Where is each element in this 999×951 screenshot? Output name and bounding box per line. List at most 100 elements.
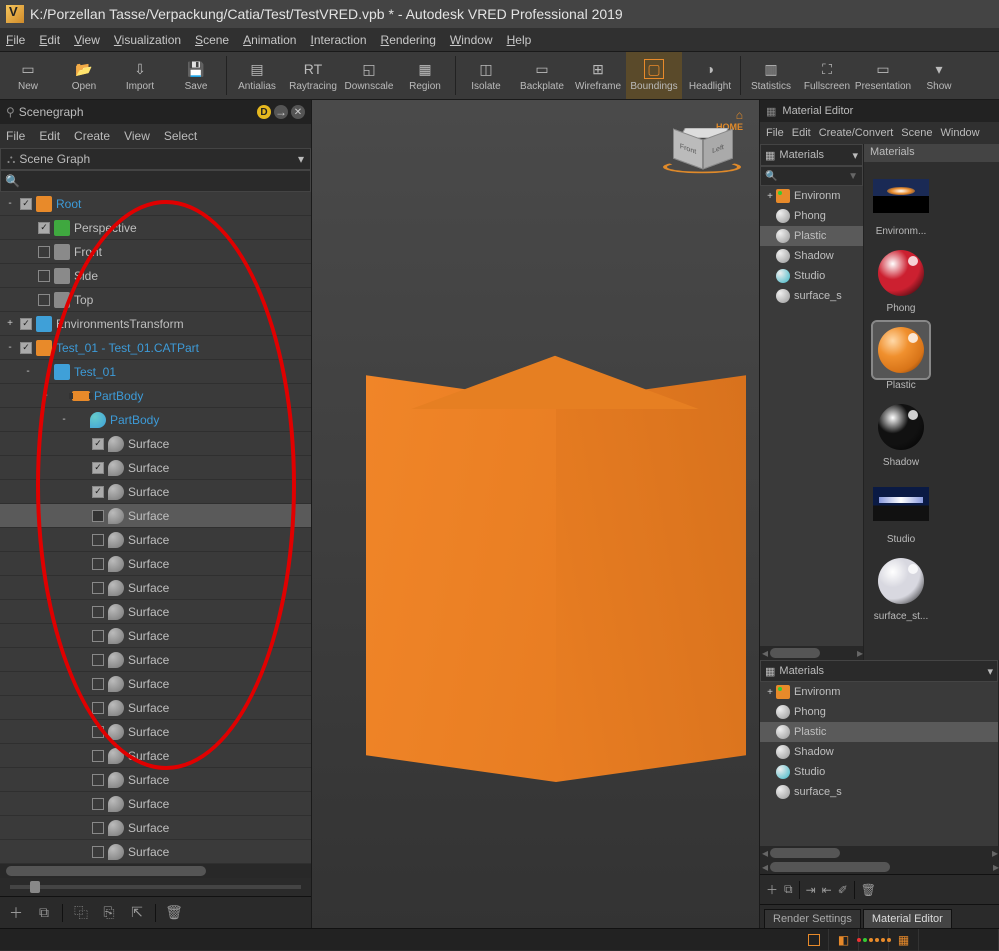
visibility-checkbox[interactable] [92, 678, 104, 690]
tree-row[interactable]: Top [0, 288, 311, 312]
menu-edit[interactable]: Edit [39, 33, 60, 47]
toolbar-wireframe[interactable]: ⊞Wireframe [570, 52, 626, 99]
visibility-checkbox[interactable]: ✓ [20, 198, 32, 210]
me-panel-h-scroll[interactable]: ◂▸ [760, 860, 999, 874]
me-menu-scene[interactable]: Scene [901, 127, 932, 139]
visibility-checkbox[interactable] [92, 558, 104, 570]
gallery-item[interactable]: Phong [870, 245, 932, 314]
tree-row[interactable]: -PartBody [0, 408, 311, 432]
tree-row[interactable]: -✓Root [0, 192, 311, 216]
status-color-dots[interactable] [859, 929, 889, 951]
sg-menu-edit[interactable]: Edit [39, 129, 60, 143]
tab-material-editor[interactable]: Material Editor [863, 909, 952, 928]
visibility-checkbox[interactable]: ✓ [92, 438, 104, 450]
menu-visualization[interactable]: Visualization [114, 33, 181, 47]
visibility-checkbox[interactable] [92, 774, 104, 786]
menu-file[interactable]: File [6, 33, 25, 47]
reparent-icon[interactable]: ⇱ [127, 903, 147, 923]
visibility-checkbox[interactable] [38, 270, 50, 282]
status-icon-2[interactable]: ◧ [829, 929, 859, 951]
status-grid-icon[interactable]: ▦ [889, 929, 919, 951]
trash-icon[interactable]: 🗑 [861, 883, 876, 897]
pick-icon[interactable]: ✐ [838, 883, 848, 897]
toolbar-save[interactable]: 💾Save [168, 52, 224, 99]
materials-dropdown[interactable]: ▦ Materials ▾ [760, 144, 863, 166]
tree-row[interactable]: Surface [0, 528, 311, 552]
expand-icon[interactable]: - [58, 414, 70, 425]
tree-row[interactable]: Surface [0, 840, 311, 864]
home-icon[interactable]: ⌂ [736, 108, 743, 122]
visibility-checkbox[interactable] [92, 798, 104, 810]
tree-row[interactable]: Surface [0, 504, 311, 528]
expand-icon[interactable]: - [4, 342, 16, 353]
material-row[interactable]: Shadow [760, 246, 863, 266]
visibility-checkbox[interactable]: ✓ [20, 342, 32, 354]
toolbar-headlight[interactable]: ◑Headlight [682, 52, 738, 99]
toolbar-raytracing[interactable]: RTRaytracing [285, 52, 341, 99]
materials-tree-2[interactable]: +EnvironmPhongPlasticShadowStudiosurface… [760, 682, 998, 846]
viewport[interactable]: ⌂ HOME Front Left [312, 100, 759, 928]
tree-row[interactable]: Surface [0, 720, 311, 744]
me-tree2-h-scroll[interactable]: ◂▸ [760, 846, 998, 860]
visibility-checkbox[interactable] [92, 702, 104, 714]
tree-row[interactable]: Surface [0, 624, 311, 648]
material-row[interactable]: surface_s [760, 782, 998, 802]
gallery-item[interactable]: Studio [870, 476, 932, 545]
menu-window[interactable]: Window [450, 33, 493, 47]
select-from-icon[interactable]: ⇤ [822, 883, 832, 897]
trash-icon[interactable]: 🗑 [164, 903, 184, 923]
gallery-item[interactable]: Environm... [870, 168, 932, 237]
scene-geometry-cube[interactable] [366, 344, 746, 784]
visibility-checkbox[interactable]: ✓ [20, 318, 32, 330]
tree-row[interactable]: Surface [0, 552, 311, 576]
sg-menu-create[interactable]: Create [74, 129, 110, 143]
tree-row[interactable]: Surface [0, 672, 311, 696]
menu-help[interactable]: Help [507, 33, 532, 47]
material-row[interactable]: Studio [760, 266, 863, 286]
tree-h-scrollbar[interactable] [0, 864, 311, 878]
me-tree-h-scroll[interactable]: ◂▸ [760, 646, 863, 660]
toolbar-region[interactable]: ▦Region [397, 52, 453, 99]
sg-menu-file[interactable]: File [6, 129, 25, 143]
toolbar-presentation[interactable]: ▭Presentation [855, 52, 911, 99]
tree-row[interactable]: Surface [0, 696, 311, 720]
material-row[interactable]: Plastic [760, 226, 863, 246]
visibility-checkbox[interactable] [92, 534, 104, 546]
toolbar-import[interactable]: ⇩Import [112, 52, 168, 99]
close-icon[interactable]: ✕ [291, 105, 305, 119]
tree-row[interactable]: Surface [0, 648, 311, 672]
tree-slider[interactable] [0, 878, 311, 896]
visibility-checkbox[interactable]: ✓ [92, 462, 104, 474]
view-cube[interactable]: ⌂ HOME Front Left [673, 108, 743, 174]
material-row[interactable]: +Environm [760, 682, 998, 702]
visibility-checkbox[interactable] [92, 726, 104, 738]
tree-row[interactable]: Surface [0, 792, 311, 816]
expand-icon[interactable]: - [22, 366, 34, 377]
visibility-checkbox[interactable]: ✓ [38, 222, 50, 234]
materials-tree[interactable]: +EnvironmPhongPlasticShadowStudiosurface… [760, 186, 863, 646]
ungroup-icon[interactable]: ⎘ [99, 903, 119, 923]
toolbar-statistics[interactable]: ▥Statistics [743, 52, 799, 99]
expand-icon[interactable]: + [764, 687, 776, 698]
tree-row[interactable]: -Test_01 [0, 360, 311, 384]
material-row[interactable]: Phong [760, 702, 998, 722]
menu-animation[interactable]: Animation [243, 33, 296, 47]
visibility-checkbox[interactable]: ✓ [92, 486, 104, 498]
pin-icon[interactable]: ⚲ [6, 105, 15, 119]
duplicate-icon[interactable]: ⧉ [34, 903, 54, 923]
gallery-item[interactable]: Plastic [870, 322, 932, 391]
visibility-checkbox[interactable] [92, 630, 104, 642]
duplicate-icon[interactable]: ⧉ [784, 882, 793, 897]
expand-icon[interactable]: - [40, 390, 52, 401]
material-row[interactable]: Plastic [760, 722, 998, 742]
toolbar-new[interactable]: ▭New [0, 52, 56, 99]
visibility-checkbox[interactable] [92, 750, 104, 762]
tree-row[interactable]: -✓Test_01 - Test_01.CATPart [0, 336, 311, 360]
tree-row[interactable]: Surface [0, 600, 311, 624]
tree-row[interactable]: +✓EnvironmentsTransform [0, 312, 311, 336]
tab-render-settings[interactable]: Render Settings [764, 909, 861, 928]
visibility-checkbox[interactable] [92, 606, 104, 618]
toolbar-antialias[interactable]: ▤Antialias [229, 52, 285, 99]
toolbar-backplate[interactable]: ▭Backplate [514, 52, 570, 99]
toolbar-downscale[interactable]: ◱Downscale [341, 52, 397, 99]
